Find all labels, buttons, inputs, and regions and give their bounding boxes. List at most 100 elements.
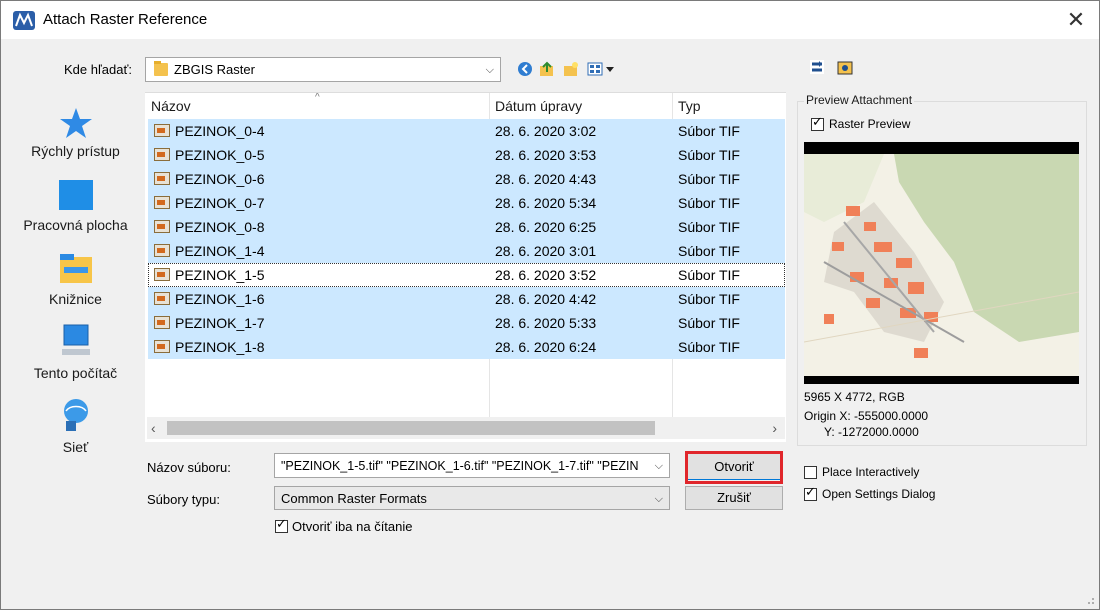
filename-input[interactable]: "PEZINOK_1-5.tif" "PEZINOK_1-6.tif" "PEZ… <box>274 453 670 478</box>
raster-dimensions: 5965 X 4772, RGB <box>804 390 905 404</box>
tif-file-icon <box>154 292 170 305</box>
file-name: PEZINOK_1-7 <box>175 315 265 331</box>
file-name: PEZINOK_0-4 <box>175 123 265 139</box>
checkmark-icon: ✓ <box>812 114 823 129</box>
file-date: 28. 6. 2020 3:02 <box>495 123 597 139</box>
filetype-value: Common Raster Formats <box>281 491 427 506</box>
file-type: Súbor TIF <box>678 219 740 235</box>
file-row[interactable]: PEZINOK_1-4 28. 6. 2020 3:01 Súbor TIF <box>148 239 785 263</box>
file-type: Súbor TIF <box>678 267 740 283</box>
tif-file-icon <box>154 148 170 161</box>
file-type: Súbor TIF <box>678 315 740 331</box>
sidebar-item-label: Pracovná plocha <box>23 217 128 233</box>
back-icon[interactable] <box>517 61 533 77</box>
sidebar-item-label: Tento počítač <box>33 365 118 381</box>
checkmark-icon: ✓ <box>805 484 816 499</box>
lookin-value: ZBGIS Raster <box>174 62 255 77</box>
file-name: PEZINOK_0-7 <box>175 195 265 211</box>
raster-preview-image <box>803 142 1080 384</box>
network-icon <box>64 399 88 431</box>
libraries-icon <box>60 254 92 283</box>
file-row-focused[interactable]: PEZINOK_1-5 28. 6. 2020 3:52 Súbor TIF <box>148 263 785 287</box>
file-type: Súbor TIF <box>678 147 740 163</box>
file-type: Súbor TIF <box>678 195 740 211</box>
file-date: 28. 6. 2020 4:42 <box>495 291 597 307</box>
cancel-button[interactable]: Zrušiť <box>685 486 783 510</box>
file-date: 28. 6. 2020 6:24 <box>495 339 597 355</box>
filetype-label: Súbory typu: <box>147 492 220 507</box>
place-interactively-label: Place Interactively <box>822 465 920 479</box>
sidebar-item-this-pc[interactable]: Tento počítač <box>14 317 137 391</box>
file-date: 28. 6. 2020 5:34 <box>495 195 597 211</box>
horizontal-scrollbar[interactable]: ‹ › <box>147 417 785 439</box>
tif-file-icon <box>154 196 170 209</box>
origin-x: Origin X: -555000.0000 <box>804 409 929 423</box>
tif-file-icon <box>154 172 170 185</box>
places-sidebar: Rýchly prístup Pracovná plocha Knižnice … <box>14 89 137 591</box>
attach-raster-dialog: Attach Raster Reference ✕ Kde hľadať: ZB… <box>0 0 1100 610</box>
file-date: 28. 6. 2020 3:01 <box>495 243 597 259</box>
file-list[interactable]: Názov ^ Dátum úpravy Typ PEZINOK_0-4 28.… <box>145 92 786 442</box>
scroll-right-icon[interactable]: › <box>772 417 777 439</box>
file-type: Súbor TIF <box>678 291 740 307</box>
refresh-icon[interactable] <box>809 59 825 75</box>
column-header-date[interactable]: Dátum úpravy <box>495 93 582 119</box>
column-header-name[interactable]: Názov <box>151 93 191 119</box>
filename-value: "PEZINOK_1-5.tif" "PEZINOK_1-6.tif" "PEZ… <box>281 459 639 473</box>
file-type: Súbor TIF <box>678 171 740 187</box>
checkmark-icon: ✓ <box>276 516 287 531</box>
sidebar-item-network[interactable]: Sieť <box>14 391 137 465</box>
microstation-app-icon <box>13 11 35 30</box>
file-type: Súbor TIF <box>678 339 740 355</box>
file-date: 28. 6. 2020 5:33 <box>495 315 597 331</box>
file-date: 28. 6. 2020 3:52 <box>495 267 597 283</box>
tif-file-icon <box>154 268 170 281</box>
lookin-combo[interactable]: ZBGIS Raster ⌵ <box>145 57 501 82</box>
open-settings-checkbox[interactable]: ✓ <box>804 484 817 501</box>
file-row[interactable]: PEZINOK_1-7 28. 6. 2020 5:33 Súbor TIF <box>148 311 785 335</box>
tif-file-icon <box>154 244 170 257</box>
sidebar-item-quick-access[interactable]: Rýchly prístup <box>14 89 137 169</box>
new-folder-icon[interactable] <box>563 61 579 77</box>
new-folder-icon[interactable] <box>837 59 853 75</box>
file-row[interactable]: PEZINOK_1-6 28. 6. 2020 4:42 Súbor TIF <box>148 287 785 311</box>
file-row[interactable]: PEZINOK_0-8 28. 6. 2020 6:25 Súbor TIF <box>148 215 785 239</box>
title-bar[interactable]: Attach Raster Reference ✕ <box>1 1 1099 39</box>
sidebar-item-label: Knižnice <box>49 291 102 307</box>
view-menu-icon[interactable] <box>587 61 617 77</box>
column-header-type[interactable]: Typ <box>678 93 701 119</box>
sidebar-item-libraries[interactable]: Knižnice <box>14 243 137 317</box>
readonly-checkbox[interactable]: ✓ <box>275 516 288 533</box>
file-name: PEZINOK_0-6 <box>175 171 265 187</box>
file-row[interactable]: PEZINOK_0-7 28. 6. 2020 5:34 Súbor TIF <box>148 191 785 215</box>
file-date: 28. 6. 2020 4:43 <box>495 171 597 187</box>
chevron-down-icon: ⌵ <box>485 64 494 76</box>
place-interactively-checkbox[interactable] <box>804 466 817 479</box>
file-row[interactable]: PEZINOK_0-6 28. 6. 2020 4:43 Súbor TIF <box>148 167 785 191</box>
tif-file-icon <box>154 124 170 137</box>
scroll-left-icon[interactable]: ‹ <box>151 417 156 439</box>
file-row[interactable]: PEZINOK_0-4 28. 6. 2020 3:02 Súbor TIF <box>148 119 785 143</box>
folder-icon <box>154 61 168 76</box>
sidebar-item-desktop[interactable]: Pracovná plocha <box>14 169 137 243</box>
scrollbar-thumb[interactable] <box>167 421 655 435</box>
highlight-box <box>685 451 783 484</box>
sidebar-item-label: Rýchly prístup <box>31 143 120 159</box>
file-name: PEZINOK_1-6 <box>175 291 265 307</box>
file-row[interactable]: PEZINOK_1-8 28. 6. 2020 6:24 Súbor TIF <box>148 335 785 359</box>
file-row[interactable]: PEZINOK_0-5 28. 6. 2020 3:53 Súbor TIF <box>148 143 785 167</box>
filetype-select[interactable]: Common Raster Formats ⌵ <box>274 486 670 510</box>
file-name: PEZINOK_0-8 <box>175 219 265 235</box>
close-button[interactable]: ✕ <box>1061 5 1091 35</box>
resize-grip-icon[interactable] <box>1085 595 1095 605</box>
up-folder-icon[interactable] <box>539 61 555 77</box>
origin-y: Y: -1272000.0000 <box>824 425 919 439</box>
raster-preview-checkbox[interactable]: ✓ <box>811 114 824 131</box>
chevron-down-icon[interactable]: ⌵ <box>655 454 663 478</box>
star-icon <box>60 108 92 138</box>
lookin-label: Kde hľadať: <box>64 62 132 77</box>
tif-file-icon <box>154 316 170 329</box>
sort-ascending-icon: ^ <box>315 92 320 103</box>
raster-preview-label: Raster Preview <box>829 117 911 131</box>
filename-label: Názov súboru: <box>147 460 231 475</box>
